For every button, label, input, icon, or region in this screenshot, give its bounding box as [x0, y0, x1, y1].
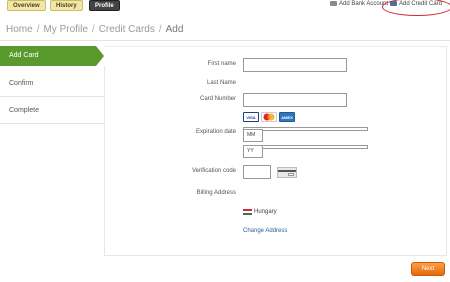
panel-top-border	[104, 46, 446, 47]
verification-code-label: Verification code	[191, 168, 236, 174]
bank-icon	[330, 1, 337, 6]
highlight-oval	[382, 0, 450, 16]
breadcrumb-separator: /	[158, 24, 162, 35]
tab-history[interactable]: History	[50, 0, 83, 11]
breadcrumb-home[interactable]: Home	[6, 24, 33, 35]
mastercard-logo	[261, 112, 277, 122]
expiration-date-label: Expiration date	[195, 129, 236, 135]
verification-code-input[interactable]	[243, 165, 271, 179]
first-name-label: First name	[207, 61, 236, 67]
hungary-flag-icon	[243, 209, 252, 215]
tab-overview[interactable]: Overview	[7, 0, 46, 11]
step-complete: Complete	[0, 98, 104, 124]
change-address-link[interactable]: Change Address	[243, 228, 287, 234]
expiration-month-select[interactable]: MM	[243, 129, 263, 142]
card-number-label: Card Number	[199, 96, 236, 102]
add-bank-account-link[interactable]: Add Bank Account	[330, 1, 388, 7]
last-name-label: Last Name	[206, 80, 236, 86]
breadcrumb-my-profile[interactable]: My Profile	[43, 24, 87, 35]
step-arrow	[96, 46, 104, 66]
billing-address-label: Billing Address	[196, 190, 236, 196]
breadcrumb: Home / My Profile / Credit Cards / Add	[6, 24, 183, 35]
breadcrumb-separator: /	[36, 24, 40, 35]
breadcrumb-separator: /	[91, 24, 95, 35]
first-name-input[interactable]	[243, 58, 347, 72]
tab-profile[interactable]: Profile	[89, 0, 120, 11]
billing-country: Hungary	[254, 209, 277, 215]
add-bank-account-label: Add Bank Account	[339, 1, 389, 7]
amex-logo: AMEX	[279, 112, 295, 122]
breadcrumb-add: Add	[165, 24, 184, 35]
panel-bottom-border	[104, 255, 446, 256]
step-confirm: Confirm	[0, 71, 104, 97]
breadcrumb-divider	[0, 40, 450, 41]
visa-logo: VISA	[243, 112, 259, 122]
card-number-input[interactable]	[243, 93, 347, 107]
breadcrumb-credit-cards[interactable]: Credit Cards	[99, 24, 155, 35]
expiration-year-select[interactable]: YY	[243, 145, 263, 158]
sidebar-divider	[104, 66, 105, 256]
next-button[interactable]: Next	[411, 262, 445, 276]
cvv-help-icon	[277, 167, 297, 178]
step-add-card: Add Card	[0, 46, 96, 66]
panel-right-border	[446, 46, 447, 256]
